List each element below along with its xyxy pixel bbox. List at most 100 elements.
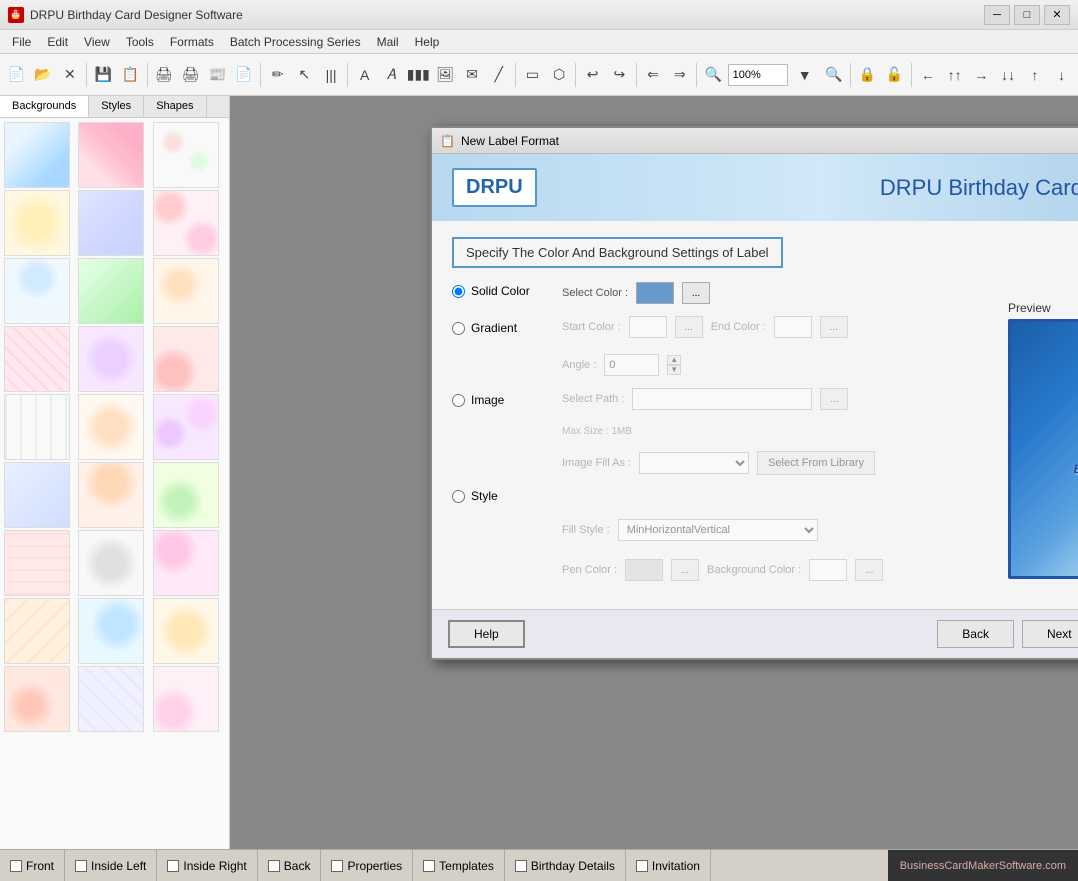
bg-thumb-9[interactable] — [153, 258, 219, 324]
bg-thumb-4[interactable] — [4, 190, 70, 256]
toolbar-arrow-left[interactable]: ← — [916, 60, 941, 90]
end-color-ellipsis[interactable]: ... — [820, 316, 848, 338]
toolbar-select[interactable]: ↖ — [292, 60, 317, 90]
menu-mail[interactable]: Mail — [369, 33, 407, 51]
bg-thumb-22[interactable] — [4, 598, 70, 664]
status-inside-right[interactable]: Inside Right — [157, 850, 257, 881]
toolbar-print-preview[interactable]: 🖨 — [151, 60, 176, 90]
toolbar-shapes[interactable]: ⬡ — [547, 60, 572, 90]
toolbar-lock2[interactable]: 🔓 — [882, 60, 907, 90]
menu-batch[interactable]: Batch Processing Series — [222, 33, 369, 51]
solid-color-swatch[interactable] — [636, 282, 674, 304]
angle-down-btn[interactable]: ▼ — [667, 365, 681, 375]
bg-color-ellipsis[interactable]: ... — [855, 559, 883, 581]
toolbar-image2[interactable]: 🖼 — [433, 60, 458, 90]
start-color-swatch[interactable] — [629, 316, 667, 338]
toolbar-print2[interactable]: 📰 — [205, 60, 230, 90]
bg-thumb-26[interactable] — [78, 666, 144, 732]
zoom-dropdown-btn[interactable]: ▼ — [790, 60, 820, 90]
menu-view[interactable]: View — [76, 33, 118, 51]
toolbar-open[interactable]: 📂 — [31, 60, 56, 90]
toolbar-arrow-down2[interactable]: ↓ — [1049, 60, 1074, 90]
toolbar-undo[interactable]: ↩ — [580, 60, 605, 90]
bg-thumb-3[interactable] — [153, 122, 219, 188]
image-radio[interactable] — [452, 394, 465, 407]
gradient-radio[interactable] — [452, 322, 465, 335]
toolbar-text[interactable]: ||| — [319, 60, 344, 90]
bg-thumb-25[interactable] — [4, 666, 70, 732]
toolbar-zoom-in[interactable]: 🔍 — [822, 60, 847, 90]
status-templates[interactable]: Templates — [413, 850, 505, 881]
status-properties[interactable]: Properties — [321, 850, 413, 881]
tab-backgrounds[interactable]: Backgrounds — [0, 96, 89, 117]
solid-color-radio[interactable] — [452, 285, 465, 298]
bg-thumb-11[interactable] — [78, 326, 144, 392]
toolbar-saveas[interactable]: 📋 — [118, 60, 143, 90]
angle-input[interactable] — [604, 354, 659, 376]
bg-thumb-17[interactable] — [78, 462, 144, 528]
toolbar-arrow-up2[interactable]: ↑ — [1023, 60, 1048, 90]
bg-thumb-14[interactable] — [78, 394, 144, 460]
status-inside-left[interactable]: Inside Left — [65, 850, 157, 881]
templates-checkbox[interactable] — [423, 860, 435, 872]
toolbar-close[interactable]: ✕ — [58, 60, 83, 90]
bg-thumb-5[interactable] — [78, 190, 144, 256]
image-fill-select[interactable] — [639, 452, 749, 474]
inside-left-checkbox[interactable] — [75, 860, 87, 872]
close-button[interactable]: ✕ — [1044, 5, 1070, 25]
menu-file[interactable]: File — [4, 33, 39, 51]
toolbar-envelope[interactable]: ✉ — [460, 60, 485, 90]
pen-color-swatch[interactable] — [625, 559, 663, 581]
bg-thumb-24[interactable] — [153, 598, 219, 664]
bg-thumb-16[interactable] — [4, 462, 70, 528]
toolbar-print[interactable]: 🖨 — [178, 60, 203, 90]
birthday-details-checkbox[interactable] — [515, 860, 527, 872]
invitation-checkbox[interactable] — [636, 860, 648, 872]
image-ellipsis[interactable]: ... — [820, 388, 848, 410]
toolbar-arrow-down[interactable]: ↓↓ — [996, 60, 1021, 90]
toolbar-arrow-up[interactable]: ↑↑ — [942, 60, 967, 90]
end-color-swatch[interactable] — [774, 316, 812, 338]
tab-styles[interactable]: Styles — [89, 96, 144, 117]
status-front[interactable]: Front — [0, 850, 65, 881]
properties-checkbox[interactable] — [331, 860, 343, 872]
bg-thumb-15[interactable] — [153, 394, 219, 460]
bg-thumb-10[interactable] — [4, 326, 70, 392]
minimize-button[interactable]: ─ — [984, 5, 1010, 25]
toolbar-lock[interactable]: 🔒 — [855, 60, 880, 90]
toolbar-zoom-out[interactable]: 🔍 — [701, 60, 726, 90]
maximize-button[interactable]: □ — [1014, 5, 1040, 25]
status-birthday-details[interactable]: Birthday Details — [505, 850, 626, 881]
toolbar-print3[interactable]: 📄 — [232, 60, 257, 90]
menu-help[interactable]: Help — [407, 33, 448, 51]
bg-thumb-6[interactable] — [153, 190, 219, 256]
bg-thumb-7[interactable] — [4, 258, 70, 324]
image-path-input[interactable] — [632, 388, 812, 410]
start-color-ellipsis[interactable]: ... — [675, 316, 703, 338]
toolbar-line[interactable]: ╱ — [486, 60, 511, 90]
front-checkbox[interactable] — [10, 860, 22, 872]
toolbar-right-nav[interactable]: ⇒ — [667, 60, 692, 90]
help-button[interactable]: Help — [448, 620, 525, 648]
bg-thumb-23[interactable] — [78, 598, 144, 664]
bg-thumb-13[interactable] — [4, 394, 70, 460]
bg-thumb-8[interactable] — [78, 258, 144, 324]
back-button[interactable]: Back — [937, 620, 1014, 648]
inside-right-checkbox[interactable] — [167, 860, 179, 872]
toolbar-new[interactable]: 📄 — [4, 60, 29, 90]
next-button[interactable]: Next — [1022, 620, 1078, 648]
pen-color-ellipsis[interactable]: ... — [671, 559, 699, 581]
menu-tools[interactable]: Tools — [118, 33, 162, 51]
style-radio[interactable] — [452, 490, 465, 503]
bg-thumb-27[interactable] — [153, 666, 219, 732]
zoom-input[interactable] — [728, 64, 788, 86]
bg-thumb-2[interactable] — [78, 122, 144, 188]
toolbar-pencil[interactable]: ✏ — [265, 60, 290, 90]
bg-thumb-21[interactable] — [153, 530, 219, 596]
toolbar-save[interactable]: 💾 — [91, 60, 116, 90]
back-checkbox[interactable] — [268, 860, 280, 872]
toolbar-redo[interactable]: ↪ — [607, 60, 632, 90]
bg-thumb-18[interactable] — [153, 462, 219, 528]
tab-shapes[interactable]: Shapes — [144, 96, 206, 117]
toolbar-font[interactable]: A — [352, 60, 377, 90]
